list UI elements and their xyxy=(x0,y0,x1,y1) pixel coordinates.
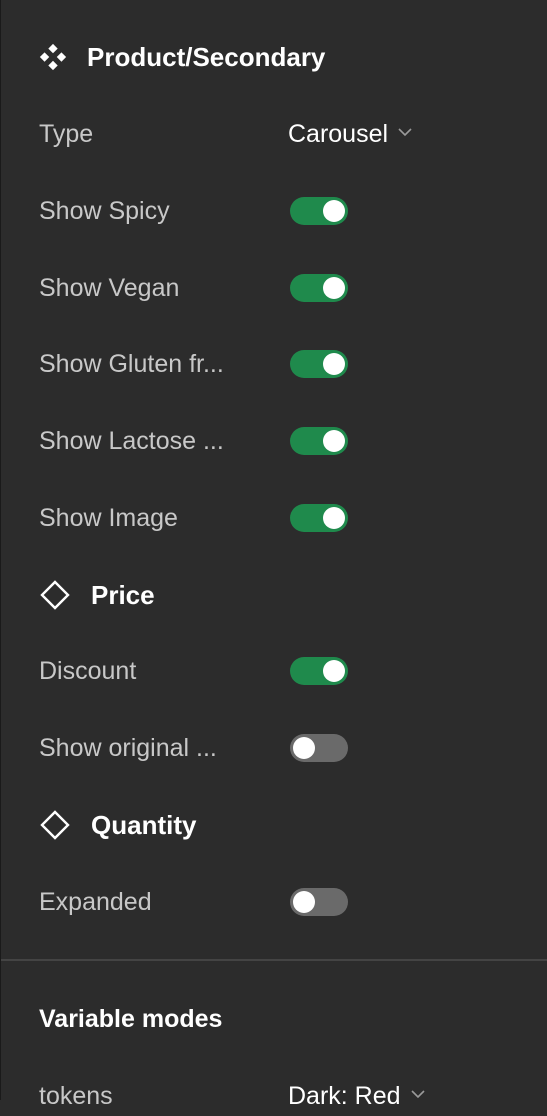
quantity-title: Quantity xyxy=(91,810,197,840)
show-image-row: Show Image xyxy=(1,498,547,538)
show-original-label: Show original ... xyxy=(39,734,217,762)
show-lactose-toggle[interactable] xyxy=(290,427,348,455)
price-instance-header: Price xyxy=(1,575,547,615)
discount-row: Discount xyxy=(1,651,547,691)
show-vegan-toggle[interactable] xyxy=(290,274,348,302)
toggle-knob xyxy=(323,507,345,529)
variable-modes-title: Variable modes xyxy=(39,1005,223,1033)
discount-toggle[interactable] xyxy=(290,657,348,685)
type-dropdown[interactable]: Carousel xyxy=(288,114,412,154)
component-header: Product/Secondary xyxy=(1,37,547,77)
show-original-row: Show original ... xyxy=(1,728,547,768)
toggle-knob xyxy=(293,891,315,913)
show-lactose-row: Show Lactose ... xyxy=(1,421,547,461)
type-value: Carousel xyxy=(288,120,389,148)
show-lactose-label: Show Lactose ... xyxy=(39,427,224,455)
instance-diamond-icon xyxy=(40,580,70,610)
expanded-toggle[interactable] xyxy=(290,888,348,916)
component-title: Product/Secondary xyxy=(87,42,326,72)
variable-modes-header: Variable modes xyxy=(1,999,547,1039)
expanded-label: Expanded xyxy=(39,888,152,916)
show-gluten-toggle[interactable] xyxy=(290,350,348,378)
section-divider xyxy=(1,959,547,961)
show-spicy-row: Show Spicy xyxy=(1,191,547,231)
show-spicy-label: Show Spicy xyxy=(39,197,170,225)
show-vegan-label: Show Vegan xyxy=(39,274,180,302)
chevron-down-icon xyxy=(410,1090,425,1099)
tokens-mode-dropdown[interactable]: Dark: Red xyxy=(288,1076,425,1116)
toggle-knob xyxy=(323,277,345,299)
expanded-row: Expanded xyxy=(1,882,547,922)
price-title: Price xyxy=(91,580,155,610)
show-vegan-row: Show Vegan xyxy=(1,268,547,308)
show-image-toggle[interactable] xyxy=(290,504,348,532)
discount-label: Discount xyxy=(39,657,137,685)
toggle-knob xyxy=(323,200,345,222)
type-property-row: Type Carousel xyxy=(1,114,547,154)
toggle-knob xyxy=(323,430,345,452)
component-icon xyxy=(39,43,67,71)
show-gluten-label: Show Gluten fr... xyxy=(39,350,224,378)
toggle-knob xyxy=(293,737,315,759)
show-image-label: Show Image xyxy=(39,504,178,532)
type-label: Type xyxy=(39,120,94,148)
toggle-knob xyxy=(323,660,345,682)
chevron-down-icon xyxy=(398,128,412,137)
quantity-instance-header: Quantity xyxy=(1,805,547,845)
tokens-label: tokens xyxy=(39,1082,113,1110)
properties-panel: Product/Secondary Type Carousel Show Spi… xyxy=(0,0,547,1110)
show-spicy-toggle[interactable] xyxy=(290,197,348,225)
tokens-mode-value: Dark: Red xyxy=(288,1082,401,1110)
show-original-toggle[interactable] xyxy=(290,734,348,762)
instance-diamond-icon xyxy=(40,810,70,840)
show-gluten-row: Show Gluten fr... xyxy=(1,344,547,384)
tokens-row: tokens Dark: Red xyxy=(1,1076,547,1116)
toggle-knob xyxy=(323,353,345,375)
